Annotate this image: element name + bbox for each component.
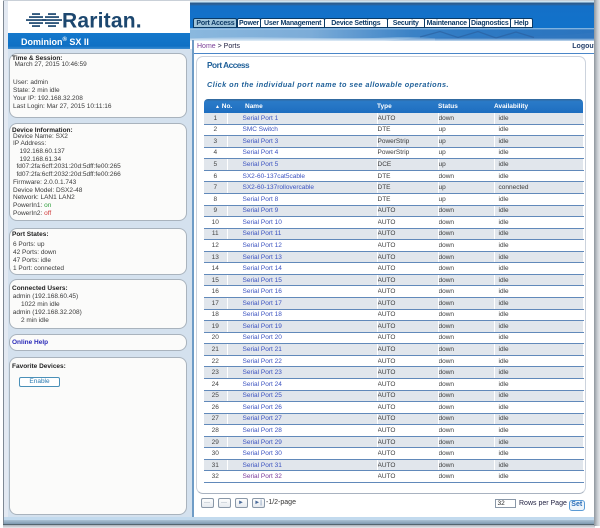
svg-text:Raritan.: Raritan. (62, 10, 142, 33)
